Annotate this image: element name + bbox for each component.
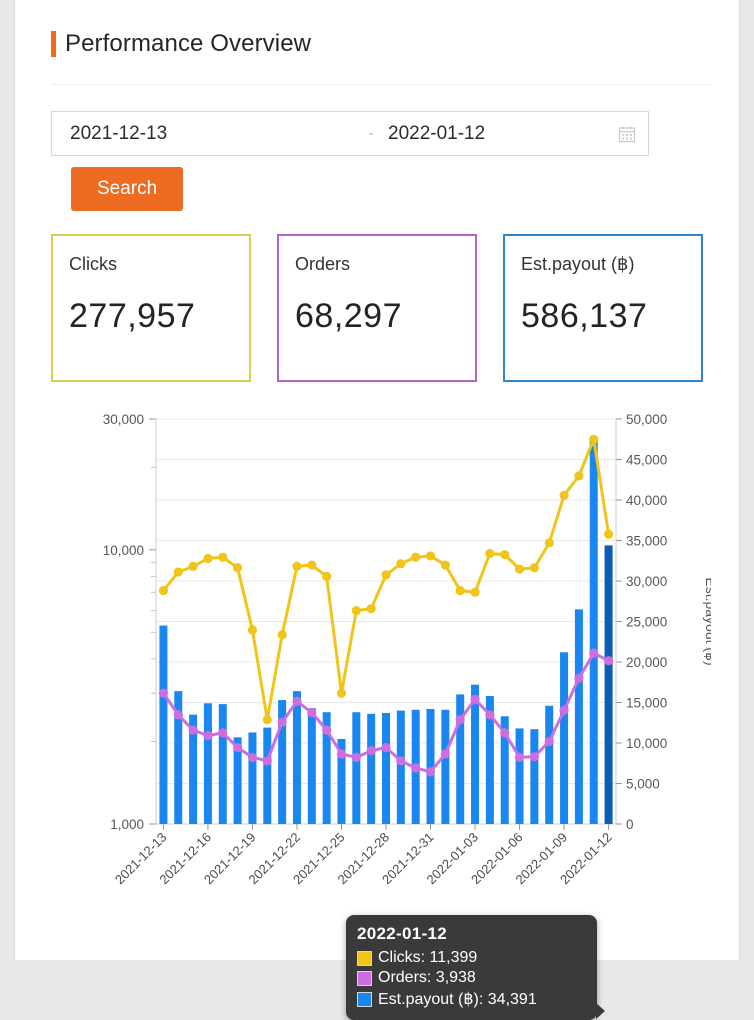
stat-card-value: 277,957 <box>69 297 196 335</box>
page-root: Performance Overview 2021-12-13 - 2022-0… <box>14 0 740 1020</box>
tooltip-row-clicks: Clicks: 11,399 <box>357 949 586 967</box>
stat-card-label: Est.payout (฿) <box>521 254 635 274</box>
svg-text:20,000: 20,000 <box>626 655 667 670</box>
svg-text:25,000: 25,000 <box>626 615 667 630</box>
date-range-picker[interactable]: 2021-12-13 - 2022-01-12 <box>51 111 649 156</box>
tooltip-text-clicks: Clicks: 11,399 <box>378 949 478 966</box>
end-date-input[interactable]: 2022-01-12 <box>378 123 618 145</box>
svg-text:1,000: 1,000 <box>110 817 144 832</box>
tooltip-text-orders: Orders: 3,938 <box>378 969 476 986</box>
tooltip-swatch-orders <box>357 970 372 986</box>
tooltip-row-est-payout: Est.payout (฿): 34,391 <box>357 989 586 1009</box>
stat-card-label: Clicks <box>69 254 117 274</box>
header-divider <box>51 84 711 85</box>
svg-text:10,000: 10,000 <box>103 543 144 558</box>
svg-text:40,000: 40,000 <box>626 493 667 508</box>
svg-text:Est.payout (฿): Est.payout (฿) <box>703 577 711 665</box>
tooltip-swatch-clicks <box>357 950 372 966</box>
svg-text:45,000: 45,000 <box>626 453 667 468</box>
chart-tooltip: 2022-01-12 Clicks: 11,399 Orders: 3,938 … <box>346 915 605 1020</box>
tooltip-pointer <box>596 1003 605 1019</box>
performance-chart[interactable]: 1,000 10,000 30,000 0 5,000 10,000 15,000 20,00… <box>51 404 711 1020</box>
page-title: Performance Overview <box>65 30 312 57</box>
start-date-input[interactable]: 2021-12-13 <box>64 123 364 145</box>
chart-canvas[interactable]: 1,000 10,000 30,000 0 5,000 10,000 15,000 20,00… <box>51 404 711 944</box>
date-range-separator: - <box>368 125 374 142</box>
search-button[interactable]: Search <box>71 167 184 211</box>
svg-text:10,000: 10,000 <box>626 736 667 751</box>
svg-text:50,000: 50,000 <box>626 412 667 427</box>
svg-text:0: 0 <box>626 817 634 832</box>
svg-text:15,000: 15,000 <box>626 696 667 711</box>
page-header: Performance Overview <box>51 0 711 58</box>
tooltip-row-orders: Orders: 3,938 <box>357 969 586 987</box>
stat-card-clicks: Clicks 277,957 <box>51 234 251 382</box>
svg-text:30,000: 30,000 <box>103 412 144 427</box>
stat-card-label: Orders <box>295 254 351 274</box>
tooltip-swatch-est-payout <box>357 991 372 1007</box>
stat-cards: Clicks 277,957 Orders 68,297 Est.payout … <box>51 234 711 382</box>
svg-text:30,000: 30,000 <box>626 574 667 589</box>
svg-text:5,000: 5,000 <box>626 777 660 792</box>
stat-card-value: 586,137 <box>521 297 648 335</box>
svg-text:35,000: 35,000 <box>626 534 667 549</box>
stat-card-orders: Orders 68,297 <box>277 234 477 382</box>
calendar-icon[interactable] <box>618 125 636 143</box>
stat-card-est-payout: Est.payout (฿) 586,137 <box>503 234 703 382</box>
stat-card-value: 68,297 <box>295 297 402 335</box>
tooltip-text-est-payout: Est.payout (฿): 34,391 <box>378 991 537 1008</box>
title-accent-bar <box>51 31 56 57</box>
tooltip-date: 2022-01-12 <box>357 924 447 943</box>
